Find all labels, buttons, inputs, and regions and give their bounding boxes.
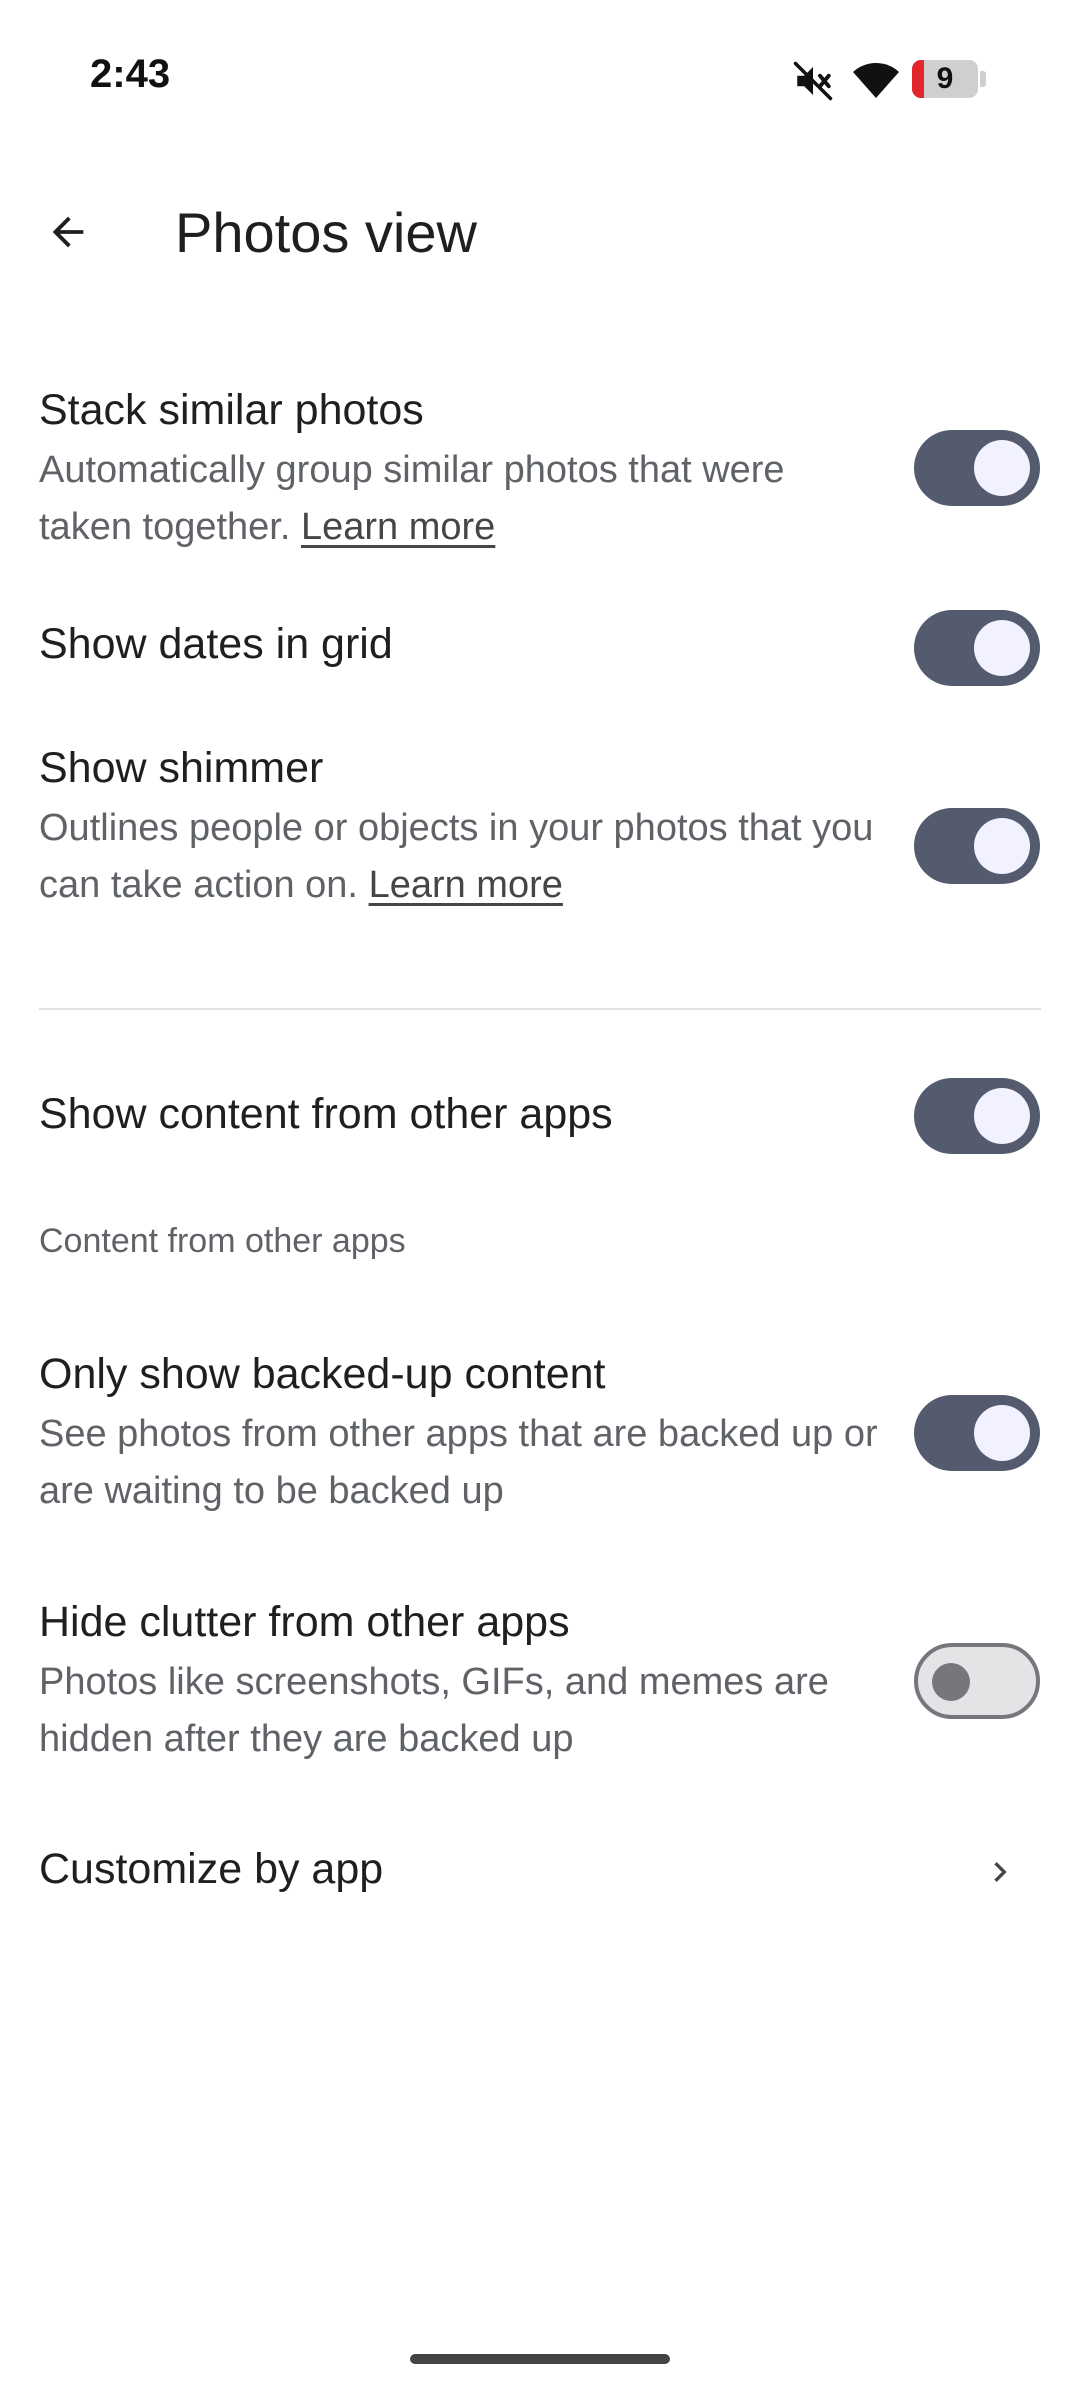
section-header: Content from other apps: [39, 1222, 406, 1260]
backed-up-only-toggle[interactable]: [914, 1395, 1040, 1471]
setting-hide-clutter[interactable]: Hide clutter from other apps Photos like…: [0, 1598, 1080, 1788]
customize-by-app-item[interactable]: Customize by app: [0, 1820, 1080, 1930]
learn-more-link[interactable]: Learn more: [369, 864, 563, 906]
arrow-back-icon: [52, 216, 84, 248]
setting-description: Automatically group similar photos that …: [39, 442, 879, 556]
show-shimmer-toggle[interactable]: [914, 808, 1040, 884]
setting-backed-up-only[interactable]: Only show backed-up content See photos f…: [0, 1350, 1080, 1540]
setting-description: See photos from other apps that are back…: [39, 1413, 878, 1512]
setting-title: Customize by app: [39, 1845, 384, 1893]
setting-description: Outlines people or objects in your photo…: [39, 800, 879, 914]
toggle-knob: [974, 440, 1030, 496]
app-bar: Photos view: [0, 170, 1080, 310]
chevron-right-icon: [994, 1862, 1007, 1882]
toggle-knob: [974, 818, 1030, 874]
wifi-icon: [853, 63, 899, 98]
show-other-apps-toggle[interactable]: [914, 1078, 1040, 1154]
setting-title: Show content from other apps: [39, 1090, 613, 1138]
status-time: 2:43: [90, 52, 171, 96]
stack-similar-toggle[interactable]: [914, 430, 1040, 506]
page-title: Photos view: [175, 201, 477, 264]
setting-show-dates[interactable]: Show dates in grid: [0, 610, 1080, 710]
toggle-knob: [974, 620, 1030, 676]
setting-title: Show dates in grid: [39, 620, 393, 668]
toggle-knob: [974, 1088, 1030, 1144]
learn-more-link[interactable]: Learn more: [301, 506, 495, 548]
setting-title: Stack similar photos: [39, 386, 424, 434]
status-bar: 2:43 9: [0, 0, 1080, 160]
setting-show-other-apps[interactable]: Show content from other apps: [0, 1078, 1080, 1178]
setting-title: Only show backed-up content: [39, 1350, 606, 1398]
setting-title: Show shimmer: [39, 744, 324, 792]
gesture-nav-handle[interactable]: [410, 2354, 670, 2364]
toggle-knob: [974, 1405, 1030, 1461]
mute-icon: [793, 61, 833, 101]
show-dates-toggle[interactable]: [914, 610, 1040, 686]
back-button[interactable]: [28, 192, 108, 272]
battery-level: 9: [936, 62, 954, 95]
toggle-knob: [932, 1663, 970, 1701]
hide-clutter-toggle[interactable]: [914, 1643, 1040, 1719]
setting-show-shimmer[interactable]: Show shimmer Outlines people or objects …: [0, 738, 1080, 928]
battery-icon: 9: [912, 60, 986, 98]
setting-title: Hide clutter from other apps: [39, 1598, 570, 1646]
setting-stack-similar-photos[interactable]: Stack similar photos Automatically group…: [0, 380, 1080, 570]
setting-description: Photos like screenshots, GIFs, and memes…: [39, 1661, 829, 1760]
divider: [39, 1008, 1041, 1010]
